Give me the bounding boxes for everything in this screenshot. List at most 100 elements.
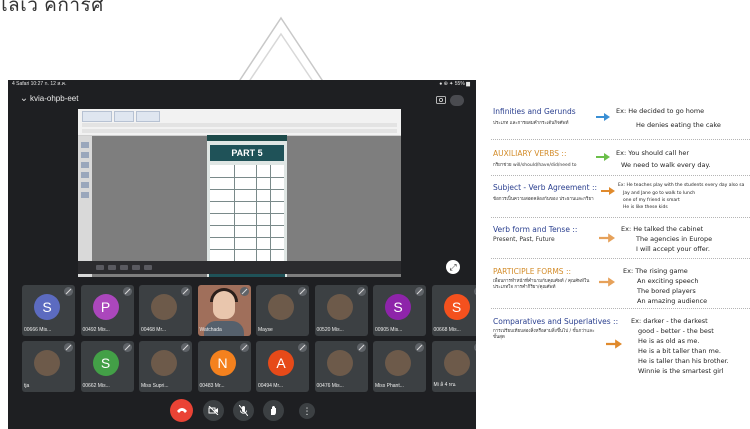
example-line: good - better - the best [638,327,714,335]
example-line: Ex: He teaches play with the students ev… [618,183,745,188]
arrow-icon [596,153,610,161]
ribbon-tab [114,111,134,122]
avatar-initial: N [209,350,236,376]
example-line: An amazing audience [637,297,708,305]
participant-tile[interactable]: P 00492 Mis... [80,285,134,336]
slide-thumbnails [78,136,92,277]
mic-off-icon [298,287,307,296]
mic-off-icon [356,343,366,352]
example-line: I will accept your offer. [636,245,710,253]
header-thai-text: ไลเว คิการิศ [0,0,104,16]
mic-off-icon [298,343,307,352]
mic-off-icon [122,287,132,296]
ppt-ribbon [78,109,401,136]
participant-tile[interactable]: 00468 Mr... [139,285,192,336]
participant-name: 00662 Mis... [82,383,110,389]
mic-off-icon [473,287,476,296]
participant-tile[interactable]: S 00905 Mis... [373,285,426,336]
end-call-button[interactable] [170,399,193,422]
participant-name: 00494 Mr... [258,383,284,389]
switch-camera-icon[interactable] [436,95,446,104]
video-person-face [212,291,235,319]
slide-title: PART 5 [210,145,284,161]
section-subtitle: การเปรียบเทียบสองสิ่งหรือสามสิ่งขึ้นไป /… [493,329,595,340]
divider [491,308,750,309]
status-icons: ● ⊕ ✦ 55% ▆ [439,81,470,87]
divider [491,175,750,176]
section-title: Infinities and Gerunds [493,107,576,116]
participant-tile[interactable]: S 00666 Mis... [22,285,75,336]
section-title: Verb form and Tense :: [493,225,578,234]
participant-name: Miss Phant... [375,383,404,389]
divider [491,217,750,218]
presentation-taskbar [78,261,401,274]
avatar-photo [34,350,60,376]
example-line: An exciting speech [637,277,699,285]
participant-name: 00666 Mis... [24,327,52,333]
avatar-initial: S [34,294,60,320]
participant-name: 00668 Mis... [433,327,461,333]
participant-tile[interactable]: Watchada [197,285,251,336]
section-subtitle: ข้อกวรเป็นความสอดคล้องกันของ ประธานและกร… [493,197,594,202]
mic-off-icon [239,287,249,296]
chevron-down-icon[interactable]: ⌄ [18,93,30,105]
arrow-icon [599,233,615,243]
participant-name: Mayse [258,327,273,333]
participant-tile[interactable]: Miss Supri... [139,341,192,392]
participant-tile[interactable]: Mayse [256,285,309,336]
participant-tile[interactable]: N 00483 Mr... [197,341,251,392]
section-subtitle: กริยาช่วย will/should/have/did/need to [493,163,577,168]
mic-off-icon [181,287,190,296]
ribbon-tab [82,111,112,122]
participant-tile[interactable]: 00476 Mis... [314,341,368,392]
example-line: The bored players [637,287,696,295]
section-subtitle: Present, Past, Future [493,236,555,243]
avatar-photo [385,350,411,376]
avatar-photo [326,294,353,320]
example-line: Winnie is the smartest girl [638,367,724,375]
more-options-button[interactable]: ⋮ [299,403,315,419]
participant-tile[interactable]: S 00662 Mis... [80,341,134,392]
participant-name: 00492 Mis... [82,327,110,333]
arrow-icon [596,113,610,121]
mic-off-icon [356,287,366,296]
mic-off-button[interactable] [233,400,254,421]
divider [491,139,750,140]
participant-tile[interactable]: tja [22,341,75,392]
avatar-initial: P [92,294,119,320]
ribbon-tab [136,111,160,122]
avatar-initial: S [385,294,411,320]
mic-off-icon [181,343,190,352]
mic-off-icon [473,343,476,352]
avatar-photo [268,294,294,320]
slide: PART 5 INCOMPLETE SENTENCES [207,135,287,277]
section-title: PARTICIPLE FORMS :: [493,267,572,276]
section-subtitle: เพื่อนการทำหน้าที่คำนามกับคุณศัพท์ / คุณ… [493,279,590,290]
arrow-icon [601,187,615,195]
participant-name: Mi ล้ 4 หน [433,382,456,388]
participant-tile[interactable]: S 00668 Mis... [431,285,476,336]
participant-tile[interactable]: A 00494 Mr... [256,341,309,392]
mic-off-icon [239,343,249,352]
camera-off-button[interactable] [203,400,224,421]
participant-tile[interactable]: Mi ล้ 4 หน [431,341,476,392]
example-line: Ex: He talked the cabinet [621,225,704,233]
participant-tile[interactable]: 00520 Mis... [314,285,368,336]
status-bar: 4 Safari 10:27 ก. 12 ส.ค. ● ⊕ ✦ 55% ▆ [8,80,476,89]
avatar-photo [326,350,353,376]
participant-name: Miss Supri... [141,383,169,389]
participant-tile[interactable]: Miss Phant... [373,341,426,392]
example-line: The agencies in Europe [636,235,713,243]
example-line: Jay and Jane go to walk to lunch [623,191,696,196]
participant-name: 00483 Mr... [199,383,225,389]
mic-off-icon [64,287,73,296]
ribbon-row [82,123,397,127]
section-subtitle: ประเภท และการผสมคำกระเด้นกิจศัพท์ [493,121,569,126]
fullscreen-icon[interactable]: ⤢ [446,260,460,274]
mic-off-icon [64,343,73,352]
slide-table [210,165,284,263]
speaker-icon[interactable] [450,95,464,106]
avatar-initial: A [268,350,294,376]
raise-hand-button[interactable] [263,400,284,421]
section-title: Subject - Verb Agreement :: [493,183,597,192]
